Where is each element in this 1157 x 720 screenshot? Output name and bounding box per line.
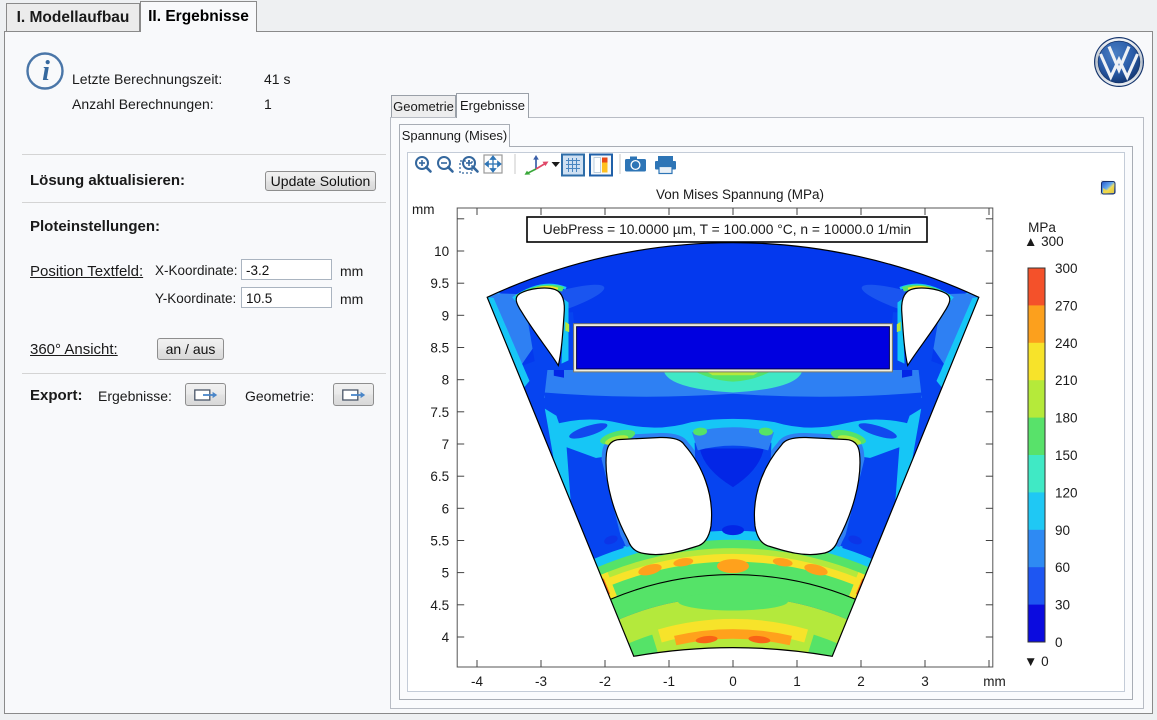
svg-text:2: 2 xyxy=(857,674,865,689)
svg-text:300: 300 xyxy=(1055,261,1078,276)
svg-text:3: 3 xyxy=(921,674,929,689)
svg-text:i: i xyxy=(42,56,50,87)
svg-text:4: 4 xyxy=(442,630,450,645)
svg-text:mm: mm xyxy=(983,674,1006,689)
svg-text:60: 60 xyxy=(1055,560,1070,575)
svg-text:7: 7 xyxy=(442,437,450,452)
svg-text:1: 1 xyxy=(793,674,801,689)
svg-text:210: 210 xyxy=(1055,373,1078,388)
svg-text:0: 0 xyxy=(729,674,737,689)
svg-text:-4: -4 xyxy=(471,674,483,689)
svg-text:8.5: 8.5 xyxy=(430,341,449,356)
svg-text:7.5: 7.5 xyxy=(430,405,449,420)
svg-text:MPa: MPa xyxy=(1028,220,1056,235)
svg-text:5: 5 xyxy=(442,566,450,581)
svg-text:-1: -1 xyxy=(663,674,675,689)
svg-text:270: 270 xyxy=(1055,298,1078,313)
svg-text:4.5: 4.5 xyxy=(430,598,449,613)
svg-text:10: 10 xyxy=(434,244,449,259)
svg-text:▲ 300: ▲ 300 xyxy=(1024,234,1064,249)
svg-text:150: 150 xyxy=(1055,448,1078,463)
svg-text:-3: -3 xyxy=(535,674,547,689)
svg-text:0: 0 xyxy=(1055,635,1063,650)
svg-text:Von Mises Spannung (MPa): Von Mises Spannung (MPa) xyxy=(656,187,824,202)
svg-text:240: 240 xyxy=(1055,336,1078,351)
svg-text:6.5: 6.5 xyxy=(430,469,449,484)
svg-text:8: 8 xyxy=(442,373,450,388)
svg-text:90: 90 xyxy=(1055,523,1070,538)
svg-text:6: 6 xyxy=(442,501,450,516)
svg-text:-2: -2 xyxy=(599,674,611,689)
svg-text:mm: mm xyxy=(412,202,435,217)
svg-text:▼ 0: ▼ 0 xyxy=(1024,654,1049,669)
svg-text:9: 9 xyxy=(442,308,450,323)
svg-text:UebPress = 10.0000 µm, T = 100: UebPress = 10.0000 µm, T = 100.000 °C, n… xyxy=(543,222,911,237)
svg-text:180: 180 xyxy=(1055,411,1078,426)
svg-text:5.5: 5.5 xyxy=(430,534,449,549)
svg-text:9.5: 9.5 xyxy=(430,276,449,291)
svg-text:120: 120 xyxy=(1055,485,1078,500)
svg-text:30: 30 xyxy=(1055,598,1070,613)
